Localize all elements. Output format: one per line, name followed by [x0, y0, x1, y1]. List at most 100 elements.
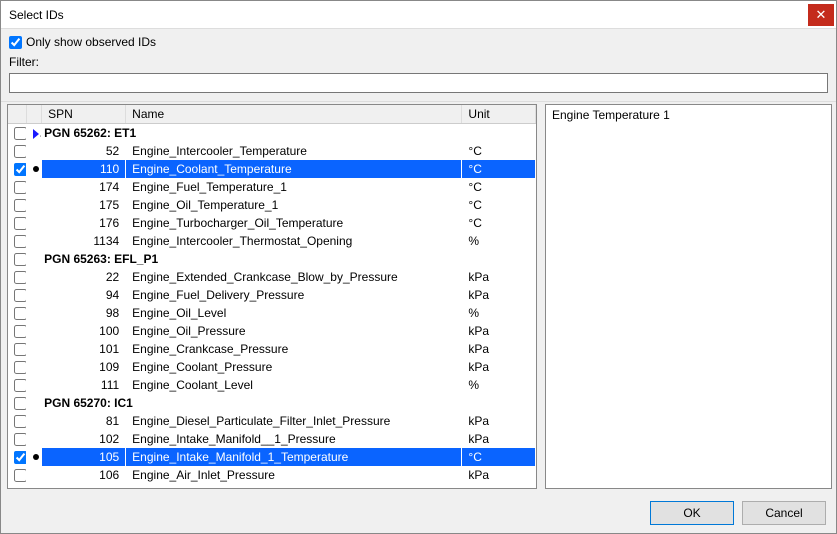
table-row[interactable]: 175Engine_Oil_Temperature_1°C	[8, 196, 536, 214]
row-checkbox[interactable]	[14, 163, 27, 176]
col-spn[interactable]: SPN	[42, 105, 126, 124]
close-button[interactable]: ✕	[808, 4, 834, 26]
cell-name: Engine_Coolant_Temperature	[126, 160, 462, 178]
cell-spn: 109	[42, 358, 126, 376]
table-row[interactable]: 111Engine_Coolant_Level%	[8, 376, 536, 394]
table-row[interactable]: 94Engine_Fuel_Delivery_PressurekPa	[8, 286, 536, 304]
cell-unit: °C	[462, 178, 536, 196]
table-row[interactable]: 176Engine_Turbocharger_Oil_Temperature°C	[8, 214, 536, 232]
row-checkbox[interactable]	[14, 397, 27, 410]
window-title: Select IDs	[9, 8, 808, 22]
row-checkbox[interactable]	[14, 307, 27, 320]
ok-button[interactable]: OK	[650, 501, 734, 525]
id-grid: SPN Name Unit PGN 65262: ET152Engine_Int…	[7, 104, 537, 489]
row-checkbox[interactable]	[14, 235, 27, 248]
only-observed-label[interactable]: Only show observed IDs	[26, 35, 156, 49]
cell-name: Engine_Intake_Manifold_1_Temperature	[126, 448, 462, 466]
row-checkbox[interactable]	[14, 181, 27, 194]
row-checkbox[interactable]	[14, 217, 27, 230]
row-checkbox[interactable]	[14, 451, 27, 464]
only-observed-checkbox[interactable]	[9, 36, 22, 49]
row-marker	[27, 304, 42, 322]
cell-name: Engine_Oil_Temperature_1	[126, 196, 462, 214]
expand-arrow[interactable]	[27, 124, 42, 142]
group-row[interactable]: PGN 65263: EFL_P1	[8, 250, 536, 268]
cancel-button[interactable]: Cancel	[742, 501, 826, 525]
col-arrow	[27, 105, 42, 124]
cell-unit: kPa	[462, 466, 536, 484]
row-checkbox[interactable]	[14, 361, 27, 374]
table-row[interactable]: 100Engine_Oil_PressurekPa	[8, 322, 536, 340]
row-checkbox[interactable]	[14, 253, 27, 266]
cell-spn: 175	[42, 196, 126, 214]
titlebar: Select IDs ✕	[1, 1, 836, 29]
row-checkbox[interactable]	[14, 415, 27, 428]
row-marker	[27, 358, 42, 376]
table-row[interactable]: 81Engine_Diesel_Particulate_Filter_Inlet…	[8, 412, 536, 430]
cell-name: Engine_Diesel_Particulate_Filter_Inlet_P…	[126, 412, 462, 430]
group-label: PGN 65262: ET1	[42, 124, 536, 142]
row-checkbox[interactable]	[14, 325, 27, 338]
table-row[interactable]: 52Engine_Intercooler_Temperature°C	[8, 142, 536, 160]
row-marker	[27, 448, 42, 466]
description-panel: Engine Temperature 1	[545, 104, 832, 489]
cell-name: Engine_Coolant_Level	[126, 376, 462, 394]
table-row[interactable]: 105Engine_Intake_Manifold_1_Temperature°…	[8, 448, 536, 466]
table-row[interactable]: 174Engine_Fuel_Temperature_1°C	[8, 178, 536, 196]
cell-name: Engine_Turbocharger_Oil_Temperature	[126, 214, 462, 232]
grid-scroll[interactable]: SPN Name Unit PGN 65262: ET152Engine_Int…	[8, 105, 536, 488]
cell-unit: °C	[462, 142, 536, 160]
row-marker	[27, 196, 42, 214]
row-checkbox[interactable]	[14, 271, 27, 284]
cell-spn: 110	[42, 160, 126, 178]
row-checkbox[interactable]	[14, 433, 27, 446]
cell-unit: %	[462, 376, 536, 394]
row-marker	[27, 340, 42, 358]
table-row[interactable]: 1134Engine_Intercooler_Thermostat_Openin…	[8, 232, 536, 250]
cell-spn: 94	[42, 286, 126, 304]
cell-name: Engine_Air_Inlet_Pressure	[126, 466, 462, 484]
table-row[interactable]: 109Engine_Coolant_PressurekPa	[8, 358, 536, 376]
cell-name: Engine_Fuel_Temperature_1	[126, 178, 462, 196]
expand-arrow[interactable]	[27, 394, 42, 412]
filter-label: Filter:	[9, 55, 39, 69]
cell-unit: °C	[462, 214, 536, 232]
row-checkbox[interactable]	[14, 379, 27, 392]
row-checkbox[interactable]	[14, 289, 27, 302]
cell-spn: 174	[42, 178, 126, 196]
row-marker	[27, 286, 42, 304]
cell-spn: 101	[42, 340, 126, 358]
cell-spn: 176	[42, 214, 126, 232]
table-row[interactable]: 98Engine_Oil_Level%	[8, 304, 536, 322]
col-unit[interactable]: Unit	[462, 105, 536, 124]
row-checkbox[interactable]	[14, 199, 27, 212]
row-checkbox[interactable]	[14, 127, 27, 140]
group-label: PGN 65263: EFL_P1	[42, 250, 536, 268]
table-row[interactable]: 101Engine_Crankcase_PressurekPa	[8, 340, 536, 358]
table-row[interactable]: 110Engine_Coolant_Temperature°C	[8, 160, 536, 178]
table-row[interactable]: 102Engine_Intake_Manifold__1_PressurekPa	[8, 430, 536, 448]
cell-name: Engine_Intake_Manifold__1_Pressure	[126, 430, 462, 448]
row-marker	[27, 412, 42, 430]
cell-spn: 52	[42, 142, 126, 160]
group-row[interactable]: PGN 65270: IC1	[8, 394, 536, 412]
cell-unit: °C	[462, 448, 536, 466]
col-name[interactable]: Name	[126, 105, 462, 124]
cell-unit: kPa	[462, 358, 536, 376]
cell-unit: kPa	[462, 268, 536, 286]
button-row: OK Cancel	[1, 493, 836, 533]
expand-arrow[interactable]	[27, 250, 42, 268]
table-row[interactable]: 106Engine_Air_Inlet_PressurekPa	[8, 466, 536, 484]
row-checkbox[interactable]	[14, 343, 27, 356]
cell-name: Engine_Intercooler_Temperature	[126, 142, 462, 160]
group-row[interactable]: PGN 65262: ET1	[8, 124, 536, 142]
row-checkbox[interactable]	[14, 145, 27, 158]
col-checkbox[interactable]	[8, 105, 27, 124]
row-marker	[27, 268, 42, 286]
row-checkbox[interactable]	[14, 469, 27, 482]
cell-name: Engine_Oil_Level	[126, 304, 462, 322]
table-row[interactable]: 22Engine_Extended_Crankcase_Blow_by_Pres…	[8, 268, 536, 286]
cell-unit: %	[462, 232, 536, 250]
cell-name: Engine_Fuel_Delivery_Pressure	[126, 286, 462, 304]
filter-input[interactable]	[9, 73, 828, 93]
